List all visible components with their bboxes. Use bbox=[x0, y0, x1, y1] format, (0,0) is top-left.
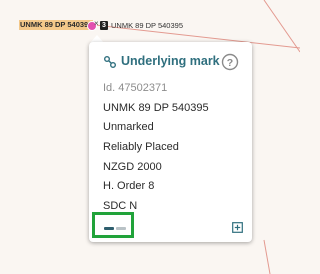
mark-datum: NZGD 2000 bbox=[103, 160, 162, 173]
popup-header: Underlying mark ? bbox=[89, 42, 252, 80]
neighbor-mark-label[interactable]: UNMK 89 DP 540395 bbox=[111, 21, 183, 31]
mark-cross: × bbox=[94, 19, 99, 28]
mark-name: UNMK 89 DP 540395 bbox=[103, 101, 209, 114]
page-indicator-highlight bbox=[92, 212, 134, 238]
popup-title: Underlying mark bbox=[121, 54, 220, 68]
mark-nodes-icon bbox=[104, 56, 116, 68]
mark-type: Unmarked bbox=[103, 121, 154, 134]
mark-id: Id. 47502371 bbox=[103, 82, 168, 94]
page-dot-inactive[interactable] bbox=[116, 227, 126, 230]
mark-info-popup: Underlying mark ? Id. 47502371 UNMK 89 D… bbox=[89, 42, 252, 242]
mark-height-order: H. Order 8 bbox=[103, 180, 155, 193]
mark-details: Id. 47502371 UNMK 89 DP 540395 Unmarked … bbox=[103, 79, 209, 217]
mark-placement: Reliably Placed bbox=[103, 141, 179, 154]
boundary-line-south bbox=[263, 239, 271, 274]
expand-plus-icon[interactable] bbox=[232, 222, 243, 233]
page-dot-active[interactable] bbox=[104, 227, 114, 230]
question-circle-icon[interactable]: ? bbox=[221, 53, 239, 71]
popup-footer bbox=[89, 211, 252, 241]
mark-count-badge: 3 bbox=[100, 21, 108, 30]
svg-text:?: ? bbox=[227, 57, 233, 69]
selected-mark-label[interactable]: UNMK 89 DP 540395 bbox=[19, 20, 94, 30]
